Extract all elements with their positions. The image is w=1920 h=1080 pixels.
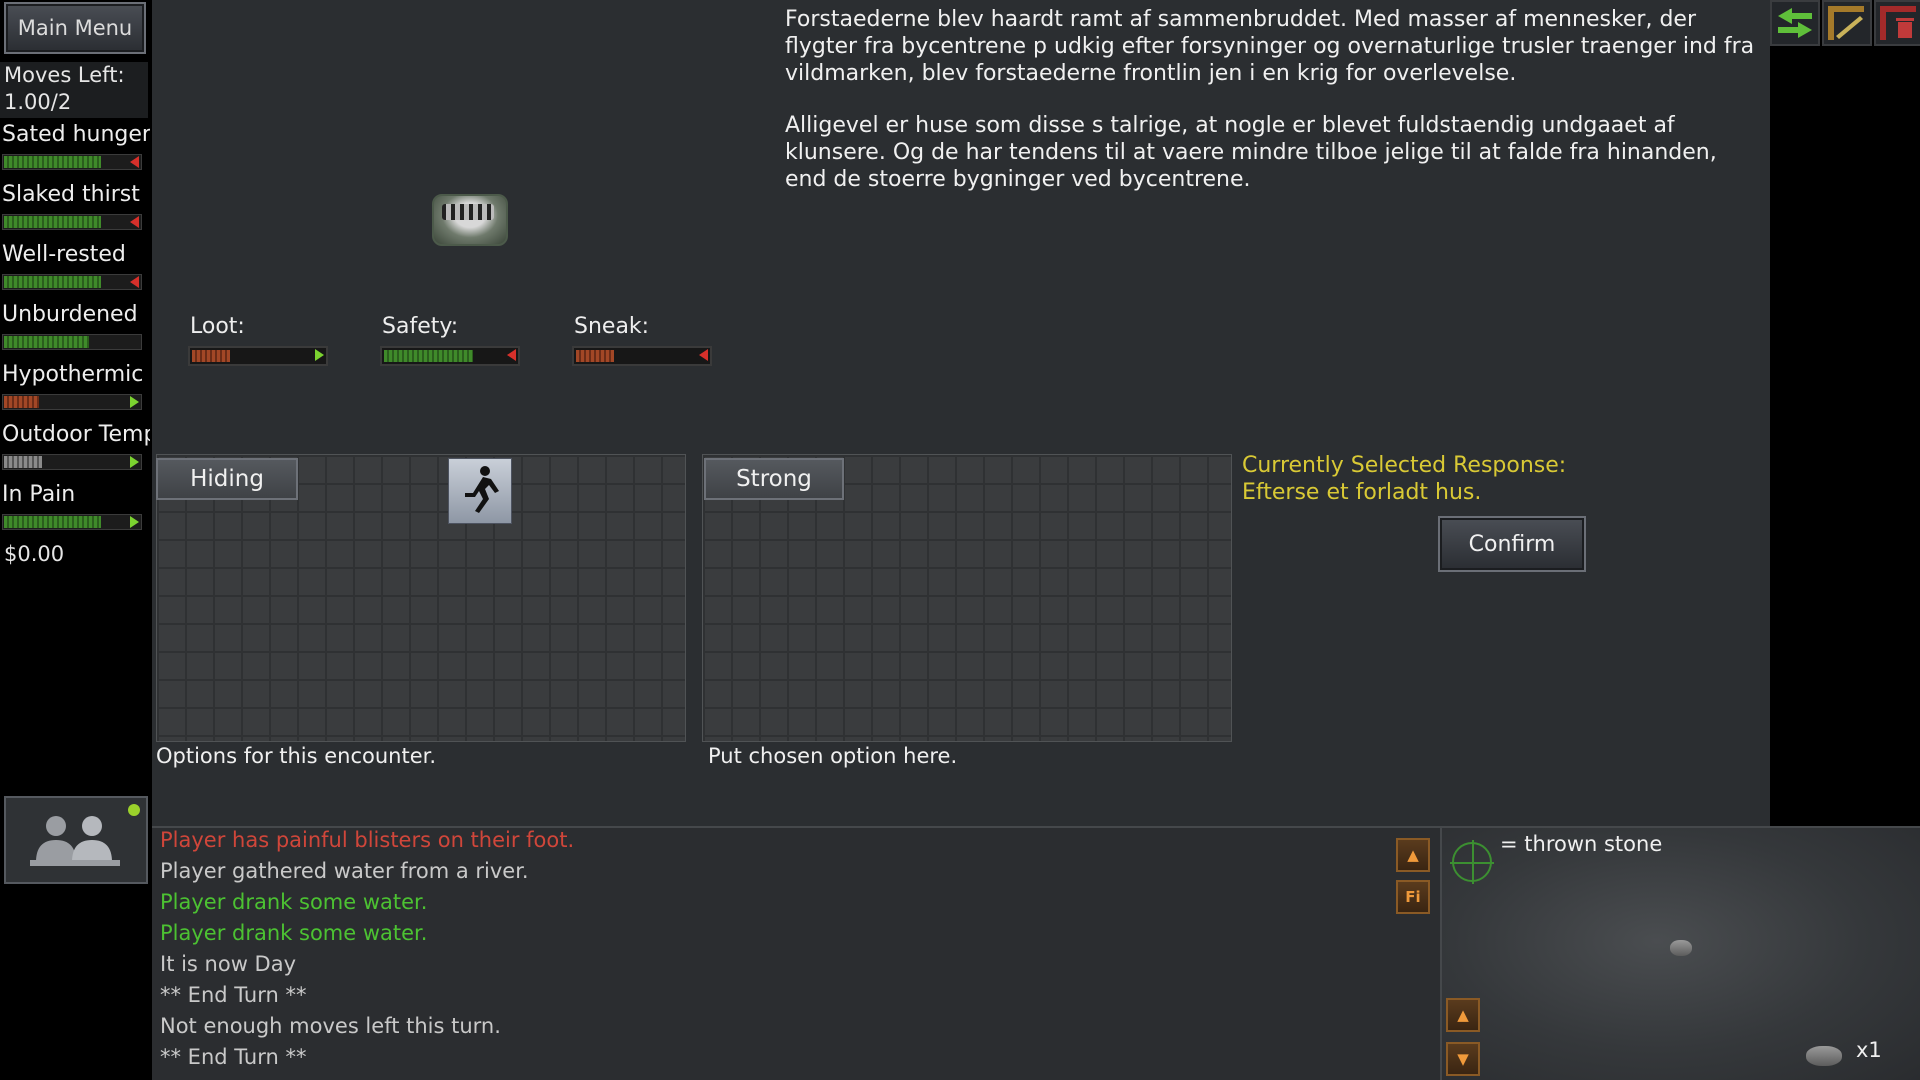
stat-label: In Pain xyxy=(2,482,76,507)
stat-bar-fill xyxy=(4,216,101,228)
ammo-legend: = thrown stone xyxy=(1500,832,1663,856)
stat-bar xyxy=(2,214,142,230)
swap-arrows-icon[interactable] xyxy=(1770,0,1820,46)
meter-label: Safety: xyxy=(382,314,459,339)
log-line: Player drank some water. xyxy=(160,890,428,914)
stat-bar-marker-icon xyxy=(130,456,139,468)
stat-bar xyxy=(2,334,142,350)
stat-bar-fill xyxy=(4,336,89,348)
moves-left-label: Moves Left: xyxy=(4,63,125,87)
story-paragraph-2: Alligevel er huse som disse s talrige, a… xyxy=(785,113,1717,192)
party-button[interactable] xyxy=(4,796,148,884)
stat-label: Slaked thirst xyxy=(2,182,140,207)
stat-label: Outdoor Temp xyxy=(2,422,150,447)
running-man-icon[interactable] xyxy=(448,458,512,524)
meter-label: Loot: xyxy=(190,314,245,339)
weapon-icon[interactable] xyxy=(1822,0,1872,46)
options-caption: Options for this encounter. xyxy=(156,744,437,768)
stat-label: Unburdened xyxy=(2,302,138,327)
stat-bar xyxy=(2,454,142,470)
log-line: Player has painful blisters on their foo… xyxy=(160,828,575,852)
encounter-meter-marker-icon xyxy=(699,349,708,361)
main-menu-button[interactable]: Main Menu xyxy=(4,2,146,54)
money: $0.00 xyxy=(4,542,65,566)
scroll-up-icon[interactable]: ▲ xyxy=(1396,838,1430,872)
stat-bar-fill xyxy=(4,396,39,408)
moves-left-value: 1.00/2 xyxy=(4,90,72,114)
stone-icon[interactable] xyxy=(1670,940,1692,956)
status-dot-icon xyxy=(128,804,140,816)
encounter-meter-fill xyxy=(576,350,614,362)
moves-left: Moves Left: 1.00/2 xyxy=(0,62,148,118)
stack-count: x1 xyxy=(1856,1038,1882,1062)
stone-stack-icon[interactable] xyxy=(1806,1046,1842,1066)
confirm-button[interactable]: Confirm xyxy=(1438,516,1586,572)
stat-bar xyxy=(2,274,142,290)
selected-response: Currently Selected Response: Efterse et … xyxy=(1242,452,1566,506)
stat-label: Well-rested xyxy=(2,242,126,267)
stat-bar xyxy=(2,154,142,170)
party-icon xyxy=(30,816,120,866)
stat-label: Sated hunger xyxy=(2,122,150,147)
log-line: Player gathered water from a river. xyxy=(160,859,529,883)
stat-bar-marker-icon xyxy=(130,396,139,408)
encounter-meter-marker-icon xyxy=(315,349,324,361)
encounter-meter-fill xyxy=(384,350,473,362)
strong-tab[interactable]: Strong xyxy=(704,458,844,500)
selected-response-value: Efterse et forladt hus. xyxy=(1242,480,1482,505)
encounter-description: Forstaederne blev haardt ramt af sammenb… xyxy=(785,6,1765,218)
house-image xyxy=(432,194,508,246)
trash-icon[interactable] xyxy=(1874,0,1920,46)
crosshair-icon xyxy=(1450,840,1494,884)
encounter-meter xyxy=(572,346,712,366)
log-line: It is now Day xyxy=(160,952,297,976)
inventory-scroll-up-icon[interactable]: ▲ xyxy=(1446,998,1480,1032)
log-filter-button[interactable]: Fi xyxy=(1396,880,1430,914)
encounter-meter-fill xyxy=(192,350,230,362)
selected-response-label: Currently Selected Response: xyxy=(1242,453,1567,478)
stat-bar-fill xyxy=(4,276,101,288)
stat-bar-marker-icon xyxy=(130,276,139,288)
inventory-scroll-down-icon[interactable]: ▼ xyxy=(1446,1042,1480,1076)
right-strip xyxy=(1770,0,1920,826)
log-line: Player drank some water. xyxy=(160,921,428,945)
log-line: ** End Turn ** xyxy=(160,983,307,1007)
encounter-meter xyxy=(188,346,328,366)
encounter-meter-marker-icon xyxy=(507,349,516,361)
stat-bar-fill xyxy=(4,516,101,528)
encounter-meter xyxy=(380,346,520,366)
stat-bar xyxy=(2,394,142,410)
log-line: Not enough moves left this turn. xyxy=(160,1014,501,1038)
stat-bar-marker-icon xyxy=(130,216,139,228)
stat-bar-fill xyxy=(4,456,42,468)
chosen-caption: Put chosen option here. xyxy=(708,744,958,768)
stat-bar-marker-icon xyxy=(130,516,139,528)
stat-label: Hypothermic xyxy=(2,362,144,387)
story-paragraph-1: Forstaederne blev haardt ramt af sammenb… xyxy=(785,7,1755,86)
stat-bar-fill xyxy=(4,156,101,168)
log-line: ** End Turn ** xyxy=(160,1045,307,1069)
meter-label: Sneak: xyxy=(574,314,650,339)
hiding-tab[interactable]: Hiding xyxy=(156,458,298,500)
stat-bar-marker-icon xyxy=(130,156,139,168)
stat-bar xyxy=(2,514,142,530)
